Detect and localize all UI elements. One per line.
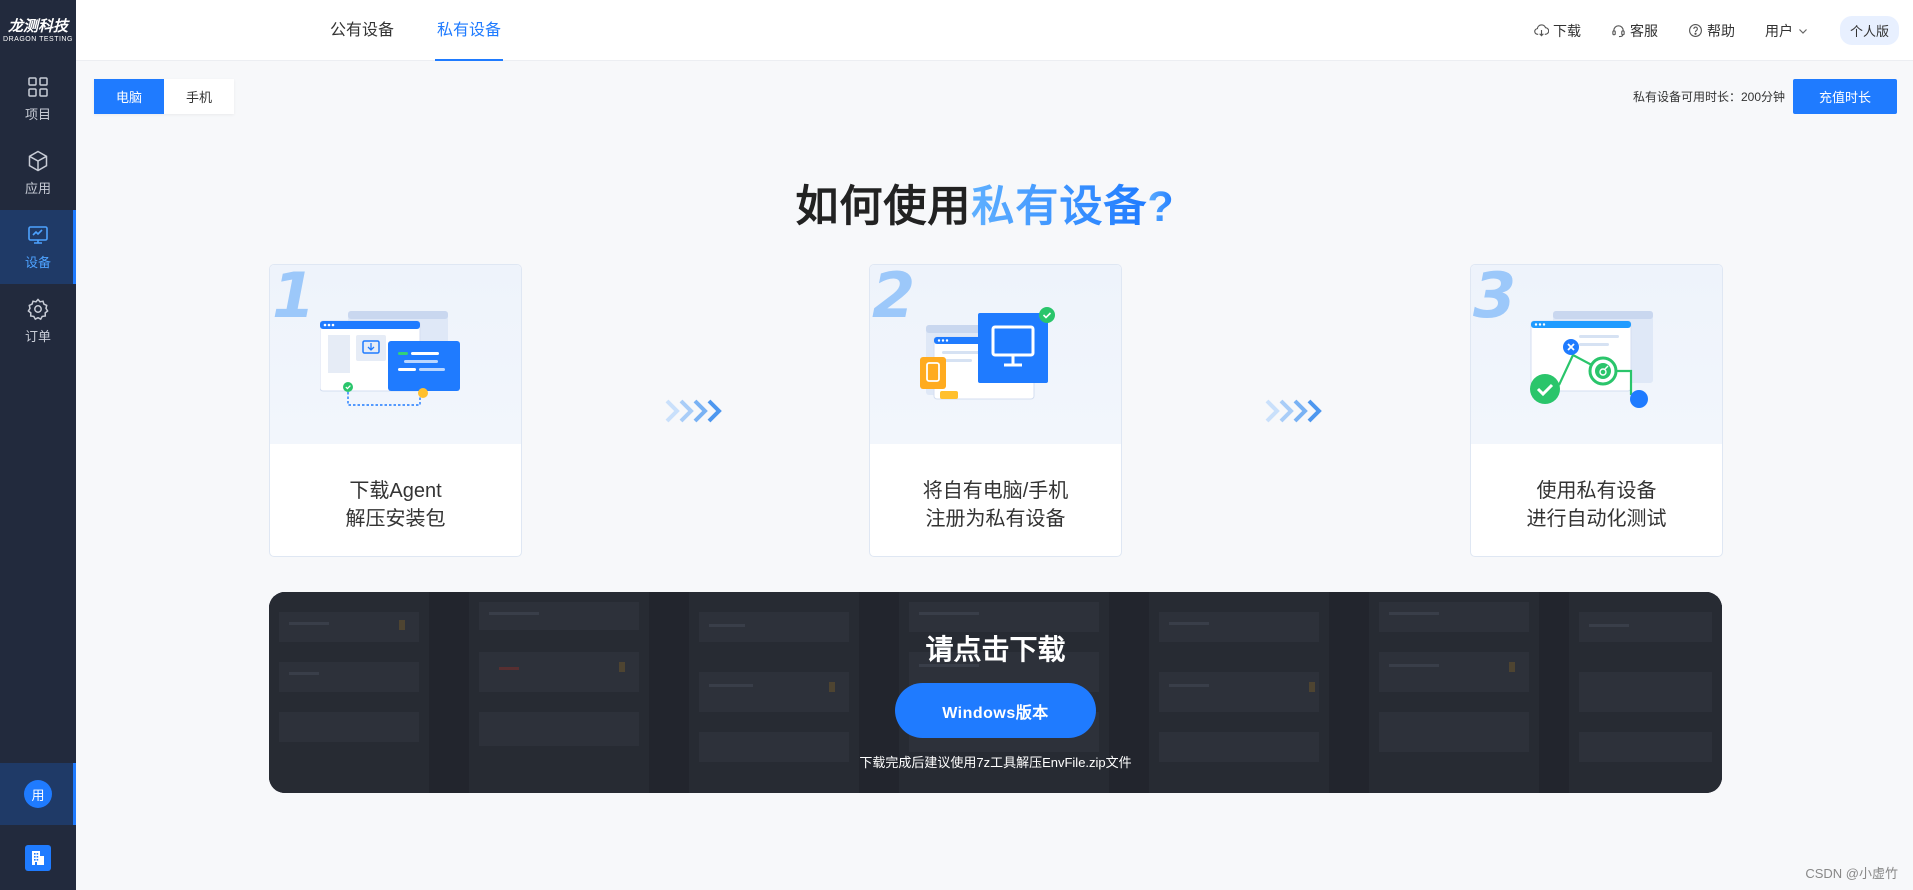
cloud-download-icon xyxy=(1534,24,1549,37)
brand-name-en: DRAGON TESTING xyxy=(3,36,73,43)
recharge-button[interactable]: 充值时长 xyxy=(1793,79,1897,114)
available-duration: 私有设备可用时长：200分钟 xyxy=(1632,90,1785,104)
step-caption-line: 解压安装包 xyxy=(345,508,446,530)
download-banner: 请点击下载 Windows版本 下载完成后建议使用7z工具解压EnvFile.z… xyxy=(269,592,1722,793)
step-card-2: 2 将自有电脑/手机 注册为私有设备 xyxy=(869,264,1122,557)
help-label: 帮助 xyxy=(1706,22,1735,39)
step-caption-line: 进行自动化测试 xyxy=(1526,508,1667,530)
avatar: 用 xyxy=(24,780,52,808)
download-title: 请点击下载 xyxy=(925,634,1066,665)
brand-logo[interactable]: 龙测科技 DRAGON TESTING xyxy=(0,0,76,62)
sidebar-item-orders[interactable]: 订单 xyxy=(0,284,76,358)
watermark: CSDN @小虚竹 xyxy=(1805,866,1898,881)
step-caption: 使用私有设备 进行自动化测试 xyxy=(1471,477,1722,533)
user-avatar-item[interactable]: 用 xyxy=(0,763,76,825)
step-number: 1 xyxy=(272,264,316,332)
brand-name: 龙测科技 xyxy=(7,18,68,35)
service-label: 客服 xyxy=(1629,22,1658,39)
edition-badge[interactable]: 个人版 xyxy=(1839,16,1899,45)
download-agent-illustration xyxy=(320,311,460,406)
sidebar-item-label: 订单 xyxy=(24,329,51,344)
register-device-illustration xyxy=(920,307,1055,400)
download-tip: 下载完成后建议使用7z工具解压EnvFile.zip文件 xyxy=(859,755,1132,770)
user-menu[interactable]: 用户 xyxy=(1765,21,1808,41)
download-content: 请点击下载 Windows版本 下载完成后建议使用7z工具解压EnvFile.z… xyxy=(269,592,1722,793)
step-number: 3 xyxy=(1473,264,1517,332)
chevron-down-icon xyxy=(1799,28,1807,34)
download-label: 下载 xyxy=(1552,22,1581,39)
step-illustration-area: 1 xyxy=(270,265,521,444)
step-number: 2 xyxy=(872,264,916,332)
step-caption-line: 注册为私有设备 xyxy=(925,508,1066,530)
step-card-3: 3 使用私有设备 进行自动化测试 xyxy=(1470,264,1723,557)
segment-phone[interactable]: 手机 xyxy=(164,79,234,114)
page-title: 如何使用私有设备? xyxy=(0,172,1913,234)
segment-pc[interactable]: 电脑 xyxy=(94,79,164,114)
automation-test-illustration xyxy=(1530,311,1653,408)
platform-switch: 电脑 手机 xyxy=(94,79,234,114)
step-caption: 下载Agent 解压安装包 xyxy=(270,477,521,533)
user-label: 用户 xyxy=(1764,22,1793,39)
grid-icon xyxy=(28,77,48,97)
organization-item[interactable] xyxy=(0,825,76,890)
sidebar: 龙测科技 DRAGON TESTING 项目 应用 设备 订单 用 xyxy=(0,0,76,890)
top-header: 公有设备 私有设备 下载 客服 帮助 用户 个人版 xyxy=(76,0,1913,61)
headset-icon xyxy=(1612,25,1625,38)
title-prefix: 如何使用 xyxy=(795,183,972,231)
step-caption: 将自有电脑/手机 注册为私有设备 xyxy=(870,477,1121,533)
title-suffix: ? xyxy=(1147,183,1175,231)
gear-icon xyxy=(27,298,49,321)
step-illustration-area: 3 xyxy=(1471,265,1722,444)
sidebar-item-label: 设备 xyxy=(24,255,51,270)
chevrons-right-icon xyxy=(1265,399,1322,423)
download-link[interactable]: 下载 xyxy=(1534,21,1581,41)
tab-public-devices[interactable]: 公有设备 xyxy=(330,0,394,61)
help-icon xyxy=(1689,24,1702,37)
step-card-1: 1 下载Agent 解压安装包 xyxy=(269,264,522,557)
building-icon xyxy=(25,844,51,871)
sidebar-item-label: 项目 xyxy=(24,107,51,122)
step-illustration-area: 2 xyxy=(870,265,1121,444)
customer-service-link[interactable]: 客服 xyxy=(1611,21,1658,41)
help-link[interactable]: 帮助 xyxy=(1688,21,1735,41)
tab-private-devices[interactable]: 私有设备 xyxy=(435,0,504,61)
sidebar-item-projects[interactable]: 项目 xyxy=(0,62,76,136)
device-type-tabs: 公有设备 私有设备 xyxy=(330,0,544,61)
step-caption-line: 将自有电脑/手机 xyxy=(922,480,1069,502)
cube-icon xyxy=(28,150,48,172)
title-highlight: 私有设备 xyxy=(971,183,1148,231)
chevrons-right-icon xyxy=(665,399,722,423)
step-caption-line: 下载Agent xyxy=(349,480,442,502)
step-caption-line: 使用私有设备 xyxy=(1536,480,1657,502)
windows-download-button[interactable]: Windows版本 xyxy=(895,683,1096,738)
